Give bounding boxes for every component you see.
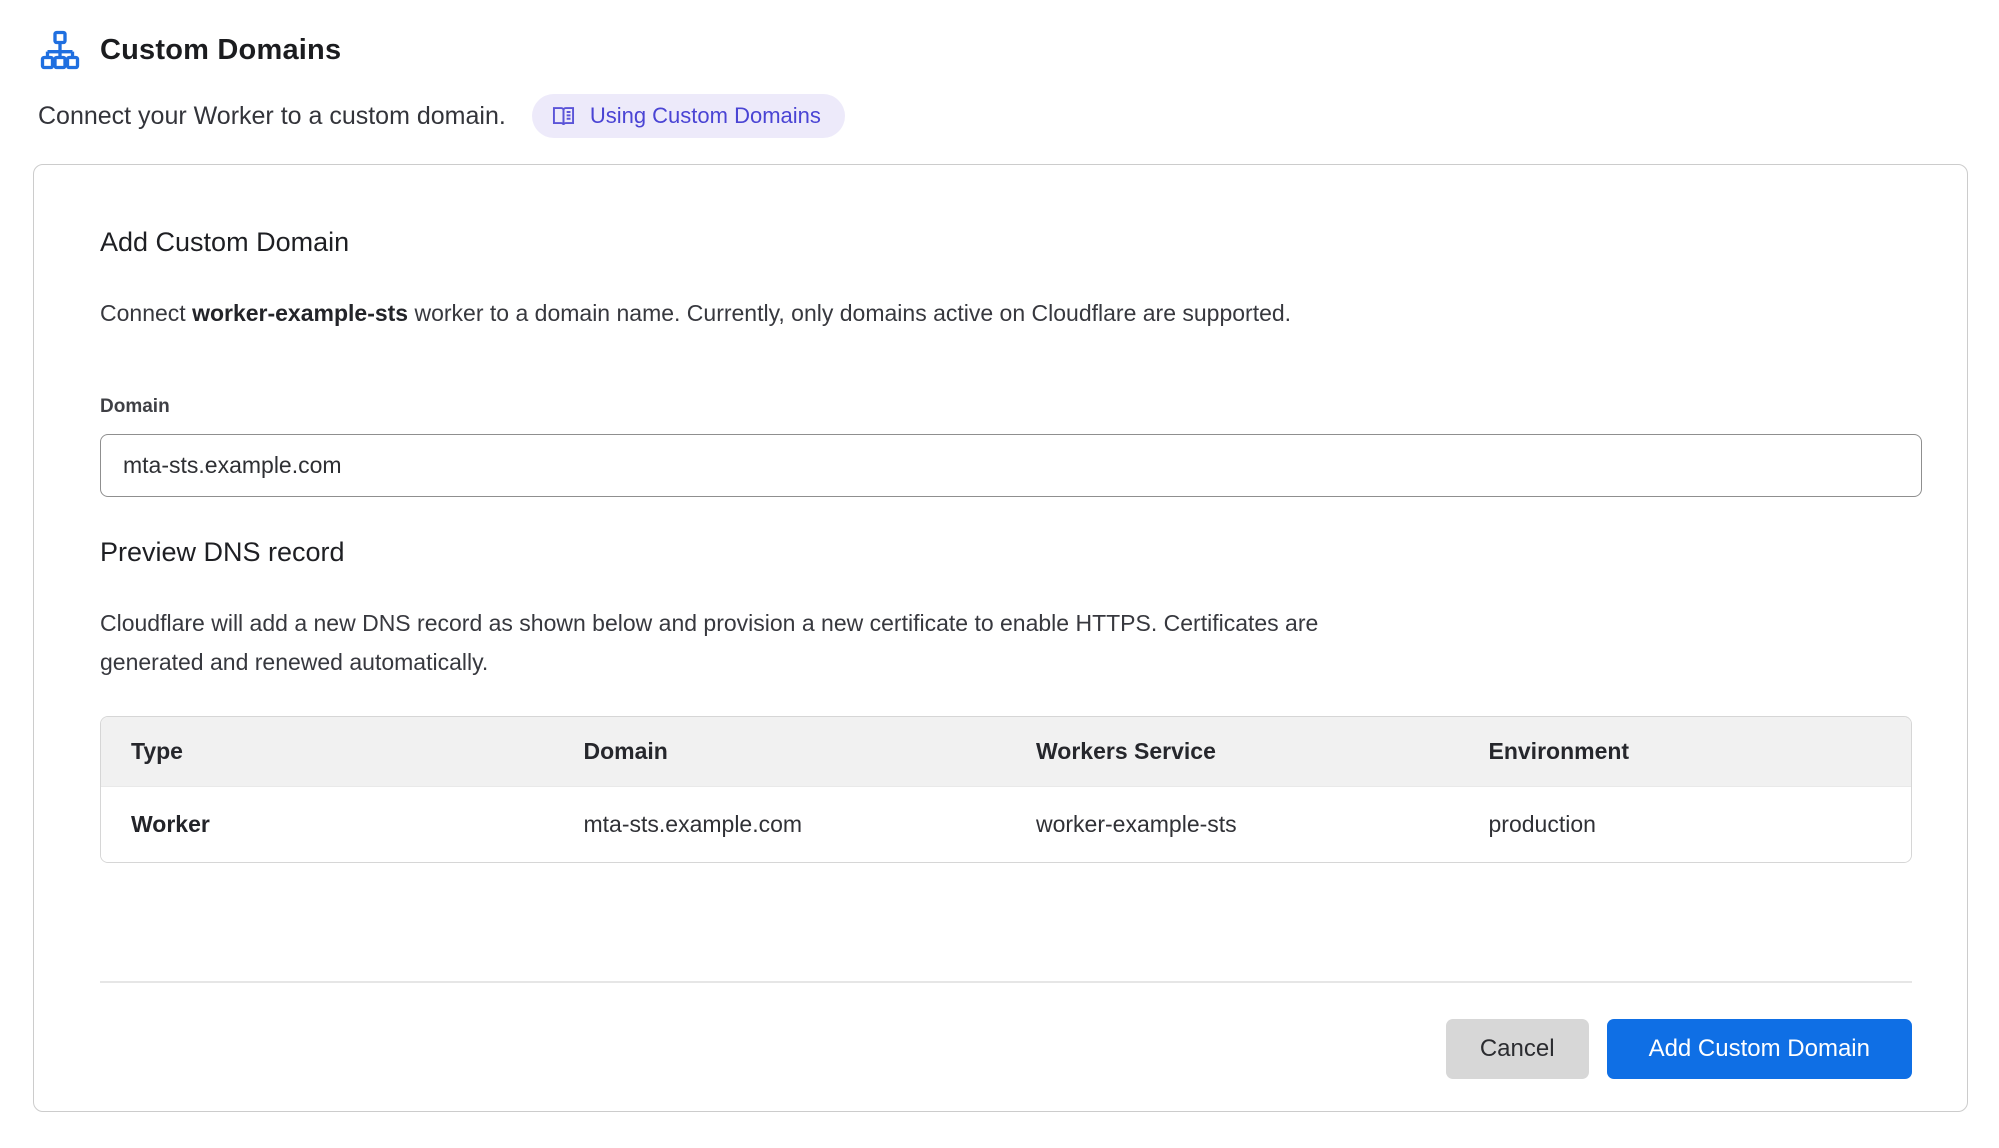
intro-prefix: Connect bbox=[100, 300, 192, 326]
cell-type: Worker bbox=[101, 787, 554, 863]
page-subtitle: Connect your Worker to a custom domain. bbox=[38, 102, 506, 131]
cancel-button[interactable]: Cancel bbox=[1446, 1019, 1589, 1079]
page-header: Custom Domains Connect your Worker to a … bbox=[0, 0, 1999, 138]
open-book-icon bbox=[550, 103, 577, 130]
domain-field-label: Domain bbox=[100, 396, 1909, 418]
dns-preview-table: Type Domain Workers Service Environment … bbox=[100, 716, 1912, 863]
table-row: Worker mta-sts.example.com worker-exampl… bbox=[101, 787, 1911, 863]
column-header-type: Type bbox=[101, 717, 554, 787]
column-header-environment: Environment bbox=[1459, 717, 1912, 787]
table-header-row: Type Domain Workers Service Environment bbox=[101, 717, 1911, 787]
add-custom-domain-card: Add Custom Domain Connect worker-example… bbox=[33, 164, 1968, 1112]
worker-name: worker-example-sts bbox=[192, 300, 408, 326]
intro-suffix: worker to a domain name. Currently, only… bbox=[408, 300, 1291, 326]
page-title-row: Custom Domains bbox=[40, 30, 1961, 70]
preview-desc-line2: generated and renewed automatically. bbox=[100, 649, 488, 675]
docs-link-badge[interactable]: Using Custom Domains bbox=[532, 94, 845, 138]
cell-domain: mta-sts.example.com bbox=[554, 787, 1007, 863]
add-custom-domain-button[interactable]: Add Custom Domain bbox=[1607, 1019, 1912, 1079]
domain-input[interactable] bbox=[100, 434, 1922, 497]
page-subtitle-row: Connect your Worker to a custom domain. … bbox=[38, 94, 1961, 138]
footer-actions: Cancel Add Custom Domain bbox=[100, 1019, 1912, 1079]
card-intro-text: Connect worker-example-sts worker to a d… bbox=[100, 296, 1909, 330]
cell-workers-service: worker-example-sts bbox=[1006, 787, 1459, 863]
column-header-workers-service: Workers Service bbox=[1006, 717, 1459, 787]
preview-dns-heading: Preview DNS record bbox=[100, 537, 1909, 568]
footer-divider bbox=[100, 981, 1912, 983]
column-header-domain: Domain bbox=[554, 717, 1007, 787]
preview-desc-line1: Cloudflare will add a new DNS record as … bbox=[100, 610, 1318, 636]
cell-environment: production bbox=[1459, 787, 1912, 863]
page-title: Custom Domains bbox=[100, 34, 341, 67]
sitemap-icon bbox=[40, 30, 80, 70]
docs-link-label: Using Custom Domains bbox=[590, 103, 821, 129]
preview-dns-description: Cloudflare will add a new DNS record as … bbox=[100, 604, 1909, 682]
card-heading: Add Custom Domain bbox=[100, 227, 1909, 258]
